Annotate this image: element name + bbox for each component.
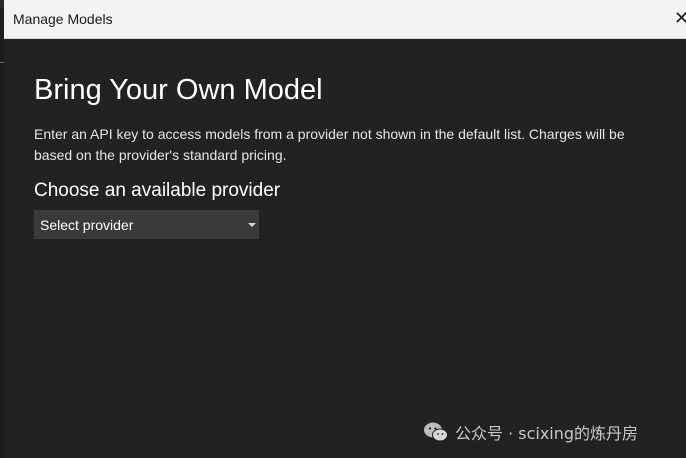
dialog-titlebar[interactable]: Manage Models ✕ xyxy=(4,0,686,39)
chevron-down-icon xyxy=(248,223,256,227)
close-icon: ✕ xyxy=(674,8,686,29)
provider-section-label: Choose an available provider xyxy=(34,180,281,201)
watermark-text: 公众号 · scixing的炼丹房 xyxy=(455,424,639,443)
description-text: Enter an API key to access models from a… xyxy=(34,126,625,163)
provider-select-value: Select provider xyxy=(40,217,134,233)
provider-select[interactable]: Select provider xyxy=(34,210,259,239)
manage-models-dialog: Manage Models ✕ Bring Your Own Model Ent… xyxy=(4,0,686,458)
screen: Manage Models ✕ Bring Your Own Model Ent… xyxy=(0,0,686,458)
watermark: 公众号 · scixing的炼丹房 xyxy=(423,420,638,444)
page-title: Bring Your Own Model xyxy=(34,74,323,106)
dialog-title: Manage Models xyxy=(13,11,113,27)
wechat-icon xyxy=(424,422,448,442)
close-button[interactable]: ✕ xyxy=(674,8,686,30)
